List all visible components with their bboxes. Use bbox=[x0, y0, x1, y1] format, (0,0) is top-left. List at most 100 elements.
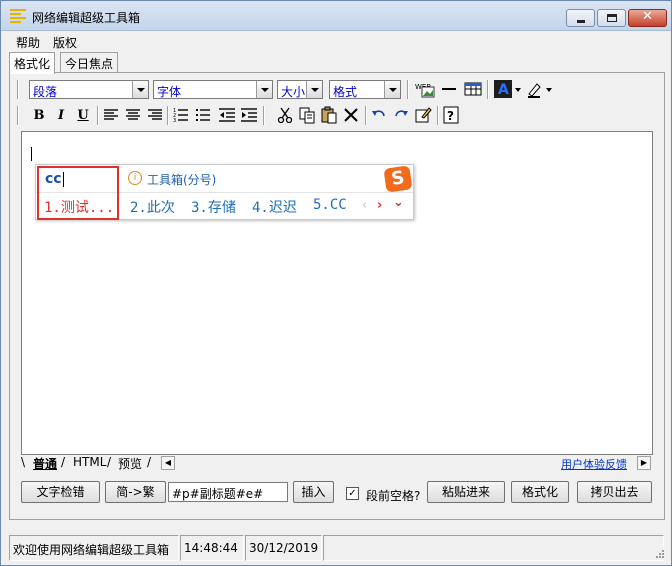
chevron-down-icon[interactable] bbox=[384, 81, 400, 98]
cut-button[interactable] bbox=[275, 105, 295, 126]
insert-button[interactable]: 插入 bbox=[293, 481, 334, 503]
paragraph-select-value: 段落 bbox=[33, 85, 58, 99]
scroll-left-icon[interactable]: ◀ bbox=[161, 456, 175, 470]
delete-icon bbox=[344, 108, 358, 122]
text-caret bbox=[31, 147, 32, 161]
paste-in-button[interactable]: 粘贴进来 bbox=[427, 481, 505, 503]
ime-candidate-1[interactable]: 1.测试... bbox=[44, 197, 114, 217]
help-button[interactable]: ? bbox=[441, 105, 461, 126]
view-tab-divider: / bbox=[61, 455, 66, 469]
spellcheck-button[interactable]: 文字检错 bbox=[21, 481, 100, 503]
size-select-value: 大小 bbox=[281, 85, 306, 99]
toolbar-row-2: B I U 123 ? bbox=[17, 105, 657, 127]
outdent-icon bbox=[219, 108, 235, 122]
chevron-down-icon[interactable] bbox=[256, 81, 272, 98]
font-select[interactable]: 字体 bbox=[153, 80, 273, 99]
title-bar[interactable]: 网络编辑超级工具箱 ✕ bbox=[1, 1, 671, 31]
ime-candidate-2[interactable]: 2.此次 bbox=[130, 197, 175, 217]
chevron-down-icon[interactable] bbox=[132, 81, 148, 98]
unordered-list-button[interactable] bbox=[193, 105, 213, 126]
redo-button[interactable] bbox=[391, 105, 411, 126]
ime-candidate-3[interactable]: 3.存储 bbox=[191, 197, 236, 217]
view-tab-divider: / bbox=[147, 455, 152, 469]
status-empty bbox=[323, 535, 664, 561]
horizontal-rule-button[interactable] bbox=[439, 79, 459, 100]
tag-input[interactable]: #p#副标题#e# bbox=[168, 482, 288, 502]
toolbar-grip bbox=[17, 80, 19, 99]
highlight-color-icon bbox=[528, 83, 552, 98]
bold-button[interactable]: B bbox=[29, 105, 49, 126]
web-image-button[interactable]: WEB bbox=[413, 79, 437, 100]
edit-button[interactable] bbox=[413, 105, 433, 126]
highlight-color-button[interactable] bbox=[525, 79, 555, 100]
feedback-link[interactable]: 用户体验反馈 bbox=[561, 456, 627, 472]
web-image-icon: WEB bbox=[415, 83, 435, 98]
ime-hint-text: 工具箱(分号) bbox=[147, 173, 217, 187]
cut-icon bbox=[277, 107, 293, 124]
resize-grip-icon[interactable] bbox=[653, 549, 665, 561]
tab-format[interactable]: 格式化 bbox=[9, 52, 56, 74]
scroll-right-icon[interactable]: ▶ bbox=[637, 456, 651, 470]
chevron-down-icon[interactable] bbox=[306, 81, 322, 98]
toolbar-row-1: 段落 字体 大小 格式 WEB A bbox=[17, 79, 657, 101]
toolbar-separator bbox=[365, 106, 367, 125]
italic-button[interactable]: I bbox=[51, 105, 71, 126]
ime-next-page-icon[interactable]: › bbox=[377, 198, 382, 213]
size-select[interactable]: 大小 bbox=[277, 80, 323, 99]
table-icon bbox=[464, 82, 482, 96]
format-button[interactable]: 格式化 bbox=[511, 481, 569, 503]
svg-text:?: ? bbox=[447, 109, 454, 123]
ime-prev-page-icon[interactable]: ‹ bbox=[362, 198, 367, 213]
toolbar-separator bbox=[487, 80, 489, 99]
maximize-icon bbox=[607, 14, 617, 22]
indent-checkbox[interactable]: ✓ bbox=[346, 487, 359, 500]
horizontal-rule-icon bbox=[442, 88, 456, 90]
simp-to-trad-button[interactable]: 简->繁 bbox=[105, 481, 166, 503]
maximize-button[interactable] bbox=[597, 9, 626, 27]
align-right-button[interactable] bbox=[145, 105, 165, 126]
sogou-logo-icon[interactable]: S bbox=[383, 165, 413, 193]
align-center-button[interactable] bbox=[123, 105, 143, 126]
ordered-list-button[interactable]: 123 bbox=[171, 105, 191, 126]
redo-icon bbox=[395, 110, 408, 117]
paragraph-select[interactable]: 段落 bbox=[29, 80, 149, 99]
toolbar-separator bbox=[407, 80, 409, 99]
undo-icon bbox=[372, 110, 385, 117]
paste-button[interactable] bbox=[319, 105, 339, 126]
font-color-button[interactable]: A bbox=[493, 79, 523, 100]
outdent-button[interactable] bbox=[217, 105, 237, 126]
table-button[interactable] bbox=[463, 79, 483, 100]
view-tab-divider: \ bbox=[21, 455, 26, 469]
tab-preview[interactable]: 预览 bbox=[118, 455, 142, 472]
ime-candidate-popup: cc i 工具箱(分号) S 1.测试... 2.此次 3.存储 4.迟迟 5.… bbox=[35, 164, 414, 220]
minimize-button[interactable] bbox=[566, 9, 595, 27]
align-left-button[interactable] bbox=[101, 105, 121, 126]
format-select[interactable]: 格式 bbox=[329, 80, 401, 99]
toolbar-grip bbox=[17, 106, 19, 125]
ime-expand-icon[interactable]: ⌄ bbox=[393, 195, 404, 210]
ime-candidate-4[interactable]: 4.迟迟 bbox=[252, 197, 297, 217]
minimize-icon bbox=[577, 20, 585, 23]
tab-html[interactable]: HTML bbox=[73, 455, 106, 469]
underline-button[interactable]: U bbox=[73, 105, 93, 126]
ime-candidate-5[interactable]: 5.CC bbox=[313, 197, 347, 213]
main-window: 网络编辑超级工具箱 ✕ 帮助 版权 格式化 今日焦点 段落 字体 大小 格式 A… bbox=[0, 0, 672, 566]
tab-today-focus[interactable]: 今日焦点 bbox=[60, 52, 119, 73]
close-button[interactable]: ✕ bbox=[628, 9, 667, 27]
menu-copyright[interactable]: 版权 bbox=[53, 34, 77, 51]
menu-help[interactable]: 帮助 bbox=[16, 34, 40, 51]
svg-text:3: 3 bbox=[173, 118, 176, 124]
indent-button[interactable] bbox=[239, 105, 259, 126]
tab-normal[interactable]: 普通 bbox=[33, 455, 57, 472]
copy-button[interactable] bbox=[297, 105, 317, 126]
status-date: 30/12/2019 bbox=[245, 535, 322, 561]
copy-out-button[interactable]: 拷贝出去 bbox=[577, 481, 652, 503]
delete-button[interactable] bbox=[341, 105, 361, 126]
undo-button[interactable] bbox=[369, 105, 389, 126]
close-icon: ✕ bbox=[642, 9, 653, 24]
help-icon: ? bbox=[443, 106, 459, 124]
ime-caret bbox=[63, 172, 64, 187]
format-select-value: 格式 bbox=[333, 85, 358, 99]
align-right-icon bbox=[148, 109, 162, 120]
indent-icon bbox=[241, 108, 257, 122]
